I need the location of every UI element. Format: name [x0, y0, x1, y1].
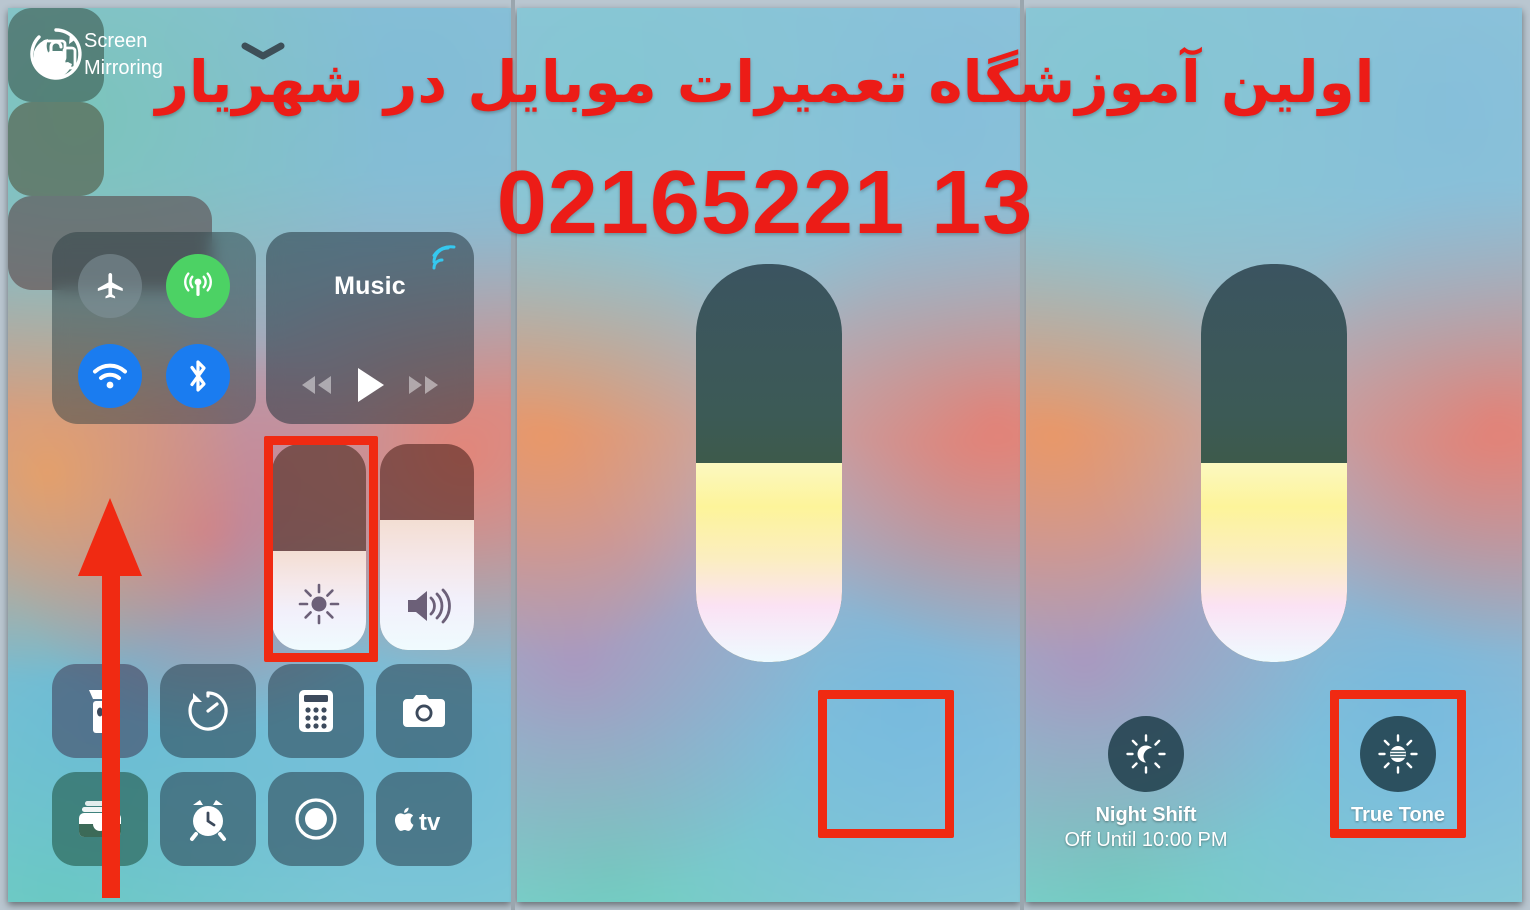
true-tone-highlight-box-3: [1330, 690, 1466, 838]
wifi-icon: [93, 363, 127, 389]
camera-button[interactable]: [376, 664, 472, 758]
alarm-button[interactable]: [160, 772, 256, 866]
control-center-panel-3: Night Shift Off Until 10:00 PM True Tone: [1026, 8, 1522, 902]
screen-record-icon: [295, 798, 337, 840]
control-center: Music Screen Mirroring tv: [8, 8, 511, 902]
advert-headline: اولین آموزشگاه تعمیرات موبایل در شهریار: [155, 48, 1375, 116]
bluetooth-icon: [190, 360, 206, 392]
panel-divider-2: [1020, 0, 1024, 910]
bluetooth-button[interactable]: [166, 344, 230, 408]
play-icon: [358, 368, 384, 402]
camera-icon: [403, 695, 445, 727]
expanded-brightness-slider[interactable]: [695, 264, 842, 662]
advert-phone-number: 02165221 13: [496, 153, 1034, 253]
cellular-icon: [184, 272, 212, 296]
apple-tv-remote-button[interactable]: tv: [376, 772, 472, 866]
rewind-button[interactable]: [290, 358, 344, 412]
timer-button[interactable]: [160, 664, 256, 758]
rewind-icon: [302, 376, 331, 394]
calculator-icon: [299, 690, 333, 732]
panel-divider-1: [511, 0, 515, 910]
expanded-brightness-fill: [695, 463, 842, 662]
volume-slider-icon-wrap: [380, 584, 474, 628]
screen-record-button[interactable]: [268, 772, 364, 866]
night-shift-status: Off Until 10:00 PM: [1064, 829, 1228, 851]
svg-text:tv: tv: [419, 809, 441, 836]
fast-forward-icon: [409, 376, 438, 394]
airplane-mode-button[interactable]: [78, 254, 142, 318]
night-shift-toggle-3[interactable]: Night Shift Off Until 10:00 PM: [1056, 716, 1236, 852]
night-shift-icon: [1126, 734, 1166, 774]
brightness-highlight-box: [264, 436, 378, 662]
music-tile[interactable]: Music: [266, 232, 474, 424]
night-shift-circle[interactable]: [1108, 716, 1184, 792]
expanded-brightness-fill: [1201, 463, 1347, 662]
volume-slider[interactable]: [380, 444, 474, 650]
volume-icon: [408, 588, 451, 624]
control-center-panel-1: Music Screen Mirroring tv: [8, 8, 511, 902]
control-center-panel-2: Night Shift Off Until 10:00 PM True Tone: [517, 8, 1020, 902]
apple-tv-icon: tv: [394, 807, 441, 836]
screenshot-root: Music Screen Mirroring tv Night Shift Of…: [0, 0, 1530, 910]
calculator-button[interactable]: [268, 664, 364, 758]
music-transport: [266, 358, 474, 412]
night-shift-label: Night Shift: [1095, 804, 1197, 826]
fast-forward-button[interactable]: [396, 358, 450, 412]
airplane-icon: [97, 272, 123, 299]
alarm-icon: [190, 800, 226, 841]
connectivity-tile[interactable]: [52, 232, 256, 424]
music-title: Music: [334, 272, 406, 300]
play-button[interactable]: [343, 358, 397, 412]
timer-icon: [188, 691, 228, 731]
annotation-arrow-icon: [78, 498, 142, 898]
cellular-data-button[interactable]: [166, 254, 230, 318]
true-tone-highlight-box-2: [818, 690, 954, 838]
wifi-button[interactable]: [78, 344, 142, 408]
expanded-brightness-slider[interactable]: [1201, 264, 1347, 662]
